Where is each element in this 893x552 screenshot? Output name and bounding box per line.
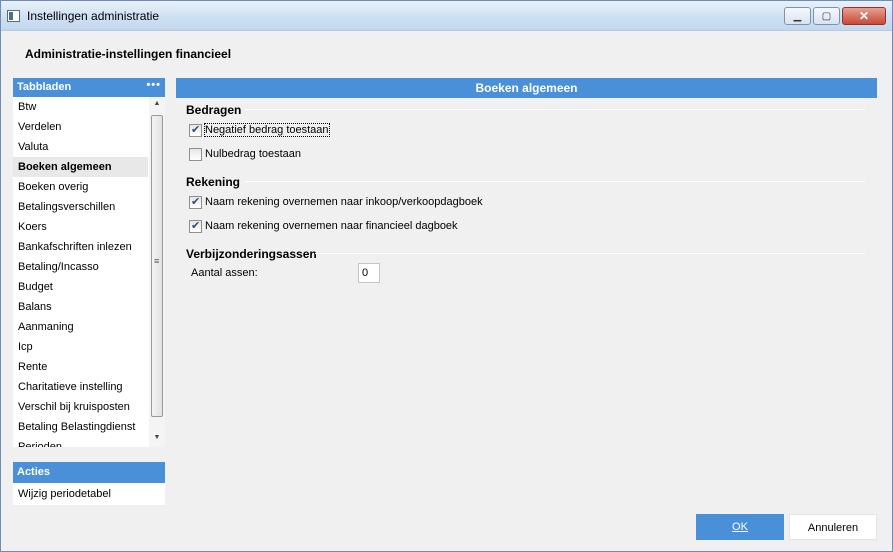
tab-betaling-belastingdienst[interactable]: Betaling Belastingdienst <box>13 417 148 437</box>
checkbox-negatief-bedrag[interactable]: Negatief bedrag toestaan <box>189 122 330 138</box>
tabs-panel: Tabbladen ••• Btw Verdelen Valuta Boeken… <box>13 78 165 447</box>
action-wijzig-periodetabel[interactable]: Wijzig periodetabel <box>13 483 165 505</box>
cancel-button[interactable]: Annuleren <box>789 514 877 540</box>
actions-panel-title: Acties <box>17 466 51 478</box>
aantal-assen-label: Aantal assen: <box>191 267 258 279</box>
window-title: Instellingen administratie <box>27 9 160 23</box>
tab-bankafschriften-inlezen[interactable]: Bankafschriften inlezen <box>13 237 148 257</box>
checkbox-checked-icon[interactable] <box>189 123 202 137</box>
group-title-bedragen: Bedragen <box>186 103 242 117</box>
divider <box>245 181 865 182</box>
tab-icp[interactable]: Icp <box>13 337 148 357</box>
checkbox-checked-icon[interactable] <box>189 219 202 233</box>
group-title-rekening: Rekening <box>186 175 241 189</box>
tab-koers[interactable]: Koers <box>13 217 148 237</box>
checkbox-naam-financieel[interactable]: Naam rekening overnemen naar financieel … <box>189 218 458 234</box>
app-icon <box>7 10 20 22</box>
settings-window: Instellingen administratie ▁ ▢ ✕ Adminis… <box>0 0 893 552</box>
page-title: Administratie-instellingen financieel <box>25 47 232 61</box>
ok-button[interactable]: OK <box>696 514 784 540</box>
tab-valuta[interactable]: Valuta <box>13 137 148 157</box>
ok-button-label: OK <box>732 521 748 533</box>
tab-list: Btw Verdelen Valuta Boeken algemeen Boek… <box>13 97 148 447</box>
checkbox-nulbedrag[interactable]: Nulbedrag toestaan <box>189 146 301 162</box>
tab-boeken-algemeen[interactable]: Boeken algemeen <box>13 157 148 177</box>
title-bar[interactable]: Instellingen administratie ▁ ▢ ✕ <box>1 1 892 31</box>
grip-icon: ≡ <box>154 256 160 266</box>
tab-boeken-overig[interactable]: Boeken overig <box>13 177 148 197</box>
tab-btw[interactable]: Btw <box>13 97 148 117</box>
window-controls: ▁ ▢ ✕ <box>784 7 886 25</box>
scrollbar-thumb[interactable]: ≡ <box>151 115 163 417</box>
divider <box>315 253 865 254</box>
tab-verschil-bij-kruisposten[interactable]: Verschil bij kruisposten <box>13 397 148 417</box>
scroll-up-icon[interactable]: ▲ <box>149 97 165 111</box>
checkbox-label[interactable]: Nulbedrag toestaan <box>205 148 301 160</box>
tab-betalingsverschillen[interactable]: Betalingsverschillen <box>13 197 148 217</box>
checkbox-label[interactable]: Negatief bedrag toestaan <box>204 123 330 137</box>
checkbox-label[interactable]: Naam rekening overnemen naar financieel … <box>205 220 458 232</box>
group-title-verbijzonderingsassen: Verbijzonderingsassen <box>186 247 317 261</box>
actions-panel-header: Acties <box>13 462 165 483</box>
tab-charitatieve-instelling[interactable]: Charitatieve instelling <box>13 377 148 397</box>
checkbox-checked-icon[interactable] <box>189 195 202 209</box>
tab-aanmaning[interactable]: Aanmaning <box>13 317 148 337</box>
tabs-panel-header: Tabbladen ••• <box>13 78 165 97</box>
tab-budget[interactable]: Budget <box>13 277 148 297</box>
tab-perioden[interactable]: Perioden <box>13 437 148 447</box>
checkbox-unchecked-icon[interactable] <box>189 147 202 161</box>
tab-balans[interactable]: Balans <box>13 297 148 317</box>
tab-rente[interactable]: Rente <box>13 357 148 377</box>
actions-panel: Acties Wijzig periodetabel <box>13 462 165 505</box>
checkbox-label[interactable]: Naam rekening overnemen naar inkoop/verk… <box>205 196 483 208</box>
aantal-assen-input[interactable] <box>358 263 380 283</box>
tab-verdelen[interactable]: Verdelen <box>13 117 148 137</box>
tabs-scrollbar[interactable]: ▲ ≡ ▼ <box>149 97 165 447</box>
tabs-panel-title: Tabbladen <box>17 81 72 93</box>
section-title: Boeken algemeen <box>176 78 877 98</box>
checkbox-naam-inkoop-verkoop[interactable]: Naam rekening overnemen naar inkoop/verk… <box>189 194 483 210</box>
tab-betaling-incasso[interactable]: Betaling/Incasso <box>13 257 148 277</box>
minimize-icon[interactable]: ▁ <box>784 7 811 25</box>
cancel-button-label: Annuleren <box>807 522 859 534</box>
close-icon[interactable]: ✕ <box>842 7 886 25</box>
scroll-down-icon[interactable]: ▼ <box>149 431 165 445</box>
maximize-icon[interactable]: ▢ <box>813 7 840 25</box>
divider <box>245 109 865 110</box>
more-options-icon[interactable]: ••• <box>146 79 161 91</box>
